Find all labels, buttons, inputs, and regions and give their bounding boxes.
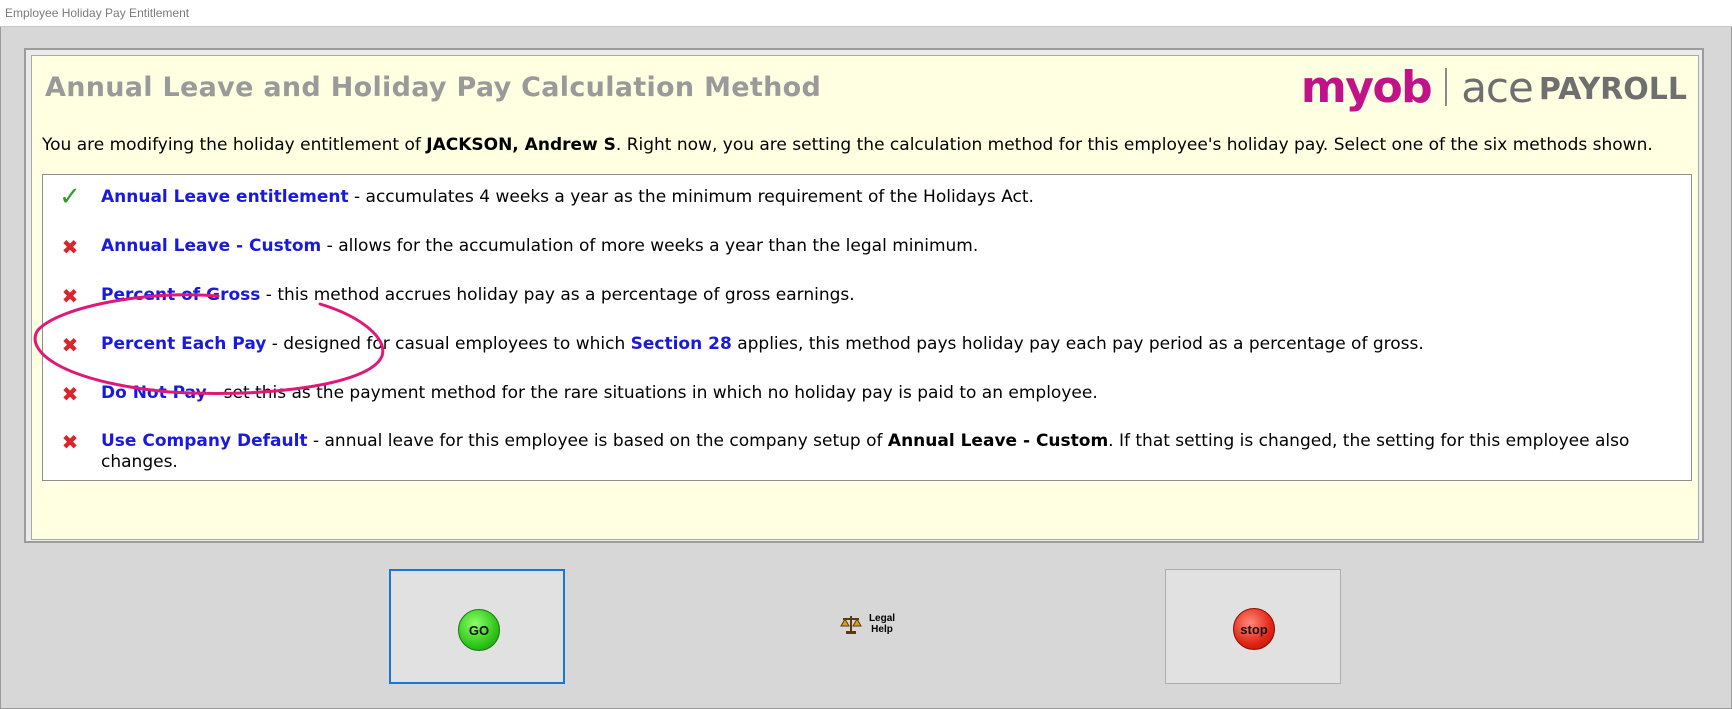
logo-payroll: PAYROLL [1538, 71, 1687, 107]
method-desc: - allows for the accumulation of more we… [321, 236, 979, 256]
method-label[interactable]: Percent Each Pay [101, 334, 266, 354]
go-button[interactable]: GO [389, 569, 565, 684]
method-desc-pre: - annual leave for this employee is base… [307, 431, 888, 451]
method-desc-post: applies, this method pays holiday pay ea… [731, 334, 1424, 354]
legal-help-label: Legal Help [868, 613, 896, 635]
intro-text: You are modifying the holiday entitlemen… [42, 135, 1653, 155]
logo-divider [1445, 68, 1448, 106]
method-label[interactable]: Percent of Gross [101, 285, 260, 305]
window-title: Employee Holiday Pay Entitlement [0, 0, 1732, 27]
method-desc: - accumulates 4 weeks a year as the mini… [348, 187, 1034, 207]
method-label[interactable]: Annual Leave entitlement [101, 187, 349, 207]
cross-icon: ✖ [61, 382, 79, 406]
logo-myob: myob [1300, 61, 1433, 113]
checkmark-icon: ✓ [59, 182, 81, 212]
company-setting-name: Annual Leave - Custom [887, 431, 1109, 451]
go-icon: GO [458, 609, 500, 651]
method-desc: - set this as the payment method for the… [206, 383, 1098, 403]
method-list: ✓ Annual Leave entitlement - accumulates… [42, 174, 1692, 481]
page-title: Annual Leave and Holiday Pay Calculation… [45, 72, 822, 103]
section-28-link[interactable]: Section 28 [631, 334, 732, 354]
cross-icon: ✖ [61, 333, 79, 357]
method-label[interactable]: Do Not Pay [101, 383, 207, 403]
myob-ace-payroll-logo: myob ace PAYROLL [1300, 61, 1687, 113]
legal-help-button[interactable]: Legal Help [840, 613, 899, 635]
scales-of-justice-icon [840, 616, 862, 634]
method-label[interactable]: Annual Leave - Custom [101, 236, 321, 256]
employee-name: JACKSON, Andrew S [426, 135, 616, 155]
method-desc-pre: - designed for casual employees to which [266, 334, 631, 354]
cross-icon: ✖ [61, 235, 79, 259]
logo-ace: ace [1461, 62, 1534, 112]
method-desc: - this method accrues holiday pay as a p… [260, 285, 855, 305]
method-label[interactable]: Use Company Default [101, 431, 308, 451]
intro-post: . Right now, you are setting the calcula… [615, 135, 1653, 155]
stop-button[interactable]: stop [1165, 569, 1341, 684]
cross-icon: ✖ [61, 284, 79, 308]
cross-icon: ✖ [61, 430, 79, 454]
intro-pre: You are modifying the holiday entitlemen… [42, 135, 427, 155]
stop-icon: stop [1233, 608, 1275, 650]
